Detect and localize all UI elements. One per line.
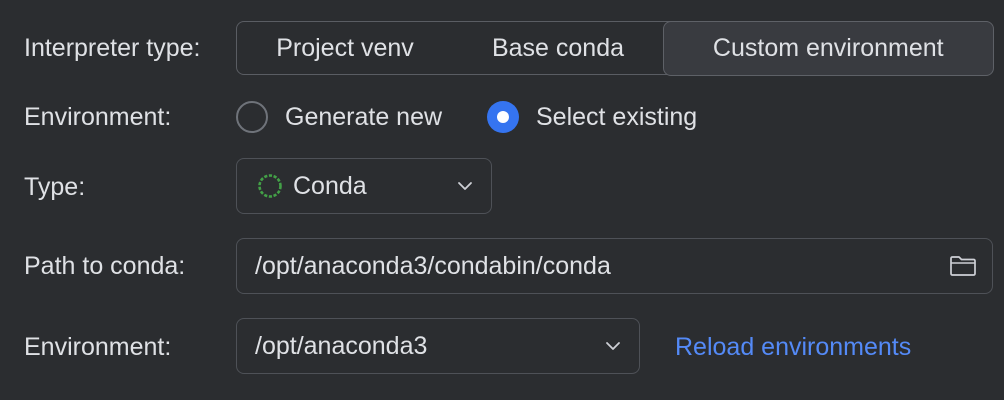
type-dropdown[interactable]: Conda bbox=[236, 158, 492, 214]
radio-select-existing-label: Select existing bbox=[536, 102, 698, 131]
chevron-down-icon[interactable] bbox=[605, 341, 621, 351]
radio-generate-new[interactable]: Generate new bbox=[236, 101, 487, 133]
segment-project-venv[interactable]: Project venv bbox=[237, 22, 453, 74]
environment-mode-label: Environment: bbox=[24, 103, 172, 131]
chevron-down-icon[interactable] bbox=[457, 181, 473, 191]
interpreter-type-segmented-control: Project venv Base conda Custom environme… bbox=[236, 20, 994, 76]
radio-checked-icon[interactable] bbox=[487, 101, 519, 133]
environment-value: /opt/anaconda3 bbox=[255, 331, 428, 360]
interpreter-type-label: Interpreter type: bbox=[24, 34, 201, 62]
segment-base-conda[interactable]: Base conda bbox=[453, 22, 663, 74]
radio-select-existing[interactable]: Select existing bbox=[487, 101, 697, 133]
radio-generate-new-label: Generate new bbox=[285, 102, 443, 131]
reload-environments-link[interactable]: Reload environments bbox=[675, 332, 911, 362]
radio-dot bbox=[497, 111, 509, 123]
path-to-conda-value: /opt/anaconda3/condabin/conda bbox=[255, 251, 611, 280]
folder-icon[interactable] bbox=[948, 253, 978, 279]
path-to-conda-label: Path to conda: bbox=[24, 252, 186, 280]
type-label: Type: bbox=[24, 173, 86, 201]
radio-unchecked-icon[interactable] bbox=[236, 101, 268, 133]
type-value: Conda bbox=[293, 171, 367, 200]
environment-dropdown[interactable]: /opt/anaconda3 bbox=[236, 318, 640, 374]
conda-ring-icon bbox=[258, 174, 282, 198]
path-to-conda-field[interactable]: /opt/anaconda3/condabin/conda bbox=[236, 238, 993, 294]
environment-mode-radio-group: Generate new Select existing bbox=[236, 99, 697, 135]
environment-label: Environment: bbox=[24, 333, 172, 361]
segment-custom-environment[interactable]: Custom environment bbox=[663, 20, 994, 76]
